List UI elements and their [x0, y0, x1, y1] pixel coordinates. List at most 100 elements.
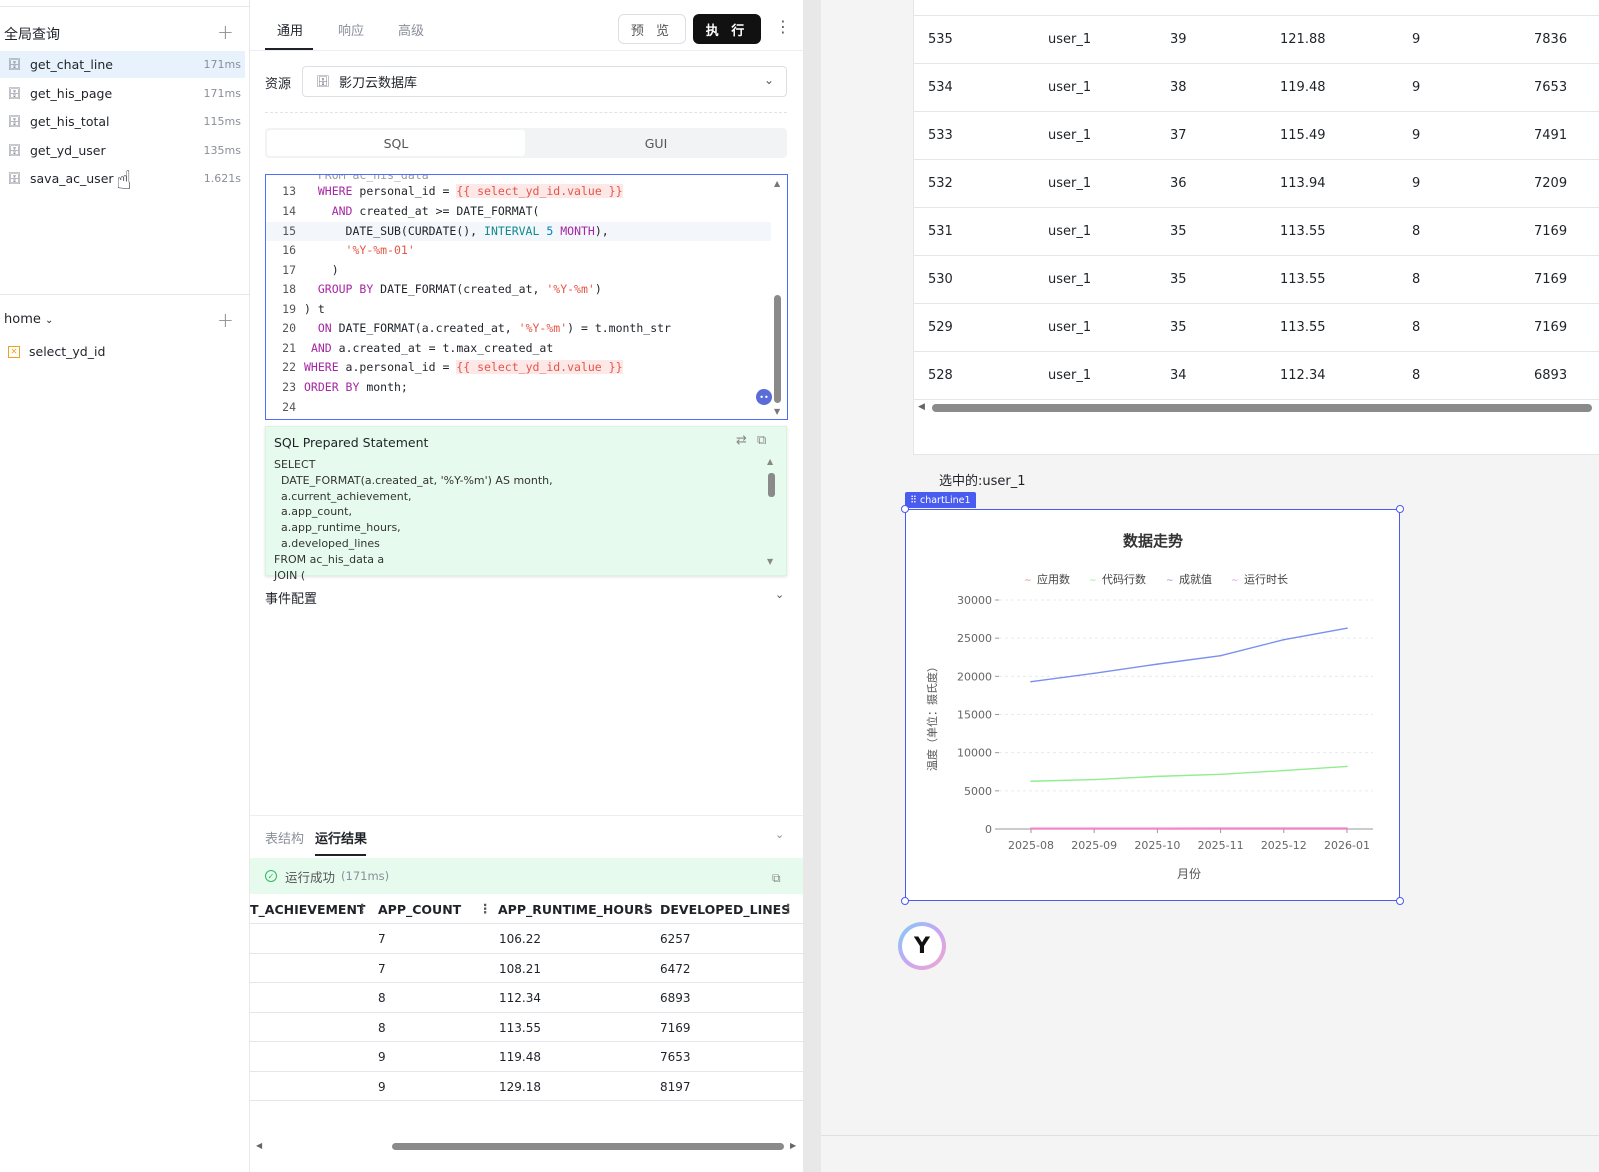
- column-menu-icon[interactable]: ⋮: [479, 901, 492, 916]
- ai-assistant-icon[interactable]: ••: [756, 389, 772, 405]
- database-icon: 🗄: [7, 58, 22, 71]
- sql-editor[interactable]: FROM ac_his_data 13 14 15 16 17 18 19 20 21 22 23 2…: [265, 174, 788, 420]
- query-item[interactable]: 🗄 get_his_page 171ms: [0, 80, 245, 107]
- scroll-down-icon[interactable]: ▼: [767, 557, 773, 566]
- cell-developed-lines: 6472: [660, 961, 691, 976]
- table-cell: 7836: [1534, 32, 1568, 47]
- tab-advanced[interactable]: 高级: [398, 20, 424, 39]
- scroll-up-icon[interactable]: ▲: [767, 457, 773, 466]
- table-cell: user_1: [1048, 32, 1092, 47]
- table-row[interactable]: 530 user_1 35 113.55 8 7169: [914, 256, 1599, 304]
- column-menu-icon[interactable]: ⋮: [782, 901, 795, 916]
- app-canvas-area: 535 user_1 39 121.88 9 7836 534 user_1 38 119.48 9…: [803, 0, 1599, 1172]
- scroll-left-icon[interactable]: ◀: [256, 1141, 262, 1150]
- table-row[interactable]: 7 108.21 6472: [250, 954, 803, 983]
- y-tick-label: 10000: [957, 747, 992, 760]
- success-time: (171ms): [341, 869, 390, 883]
- y-tick-label: 5000: [964, 785, 992, 798]
- table-horizontal-scrollbar[interactable]: [932, 404, 1592, 412]
- resize-handle[interactable]: [1396, 505, 1404, 513]
- line-chart-component[interactable]: 数据走势 ~ 应用数 ~ 代码行数 ~ 成就值 ~ 运行时长 0 5000 10000 15000 200…: [905, 509, 1400, 901]
- query-sidebar: 全局查询 + 🗄 get_chat_line 171ms 🗄 get_his_page 1…: [0, 0, 250, 1172]
- scroll-up-icon[interactable]: ▲: [774, 179, 780, 188]
- table-cell: 7491: [1534, 128, 1568, 143]
- add-global-query-button[interactable]: +: [217, 22, 234, 42]
- mode-gui[interactable]: GUI: [527, 130, 785, 156]
- line-number: 14: [282, 204, 296, 218]
- copy-icon[interactable]: ⧉: [757, 433, 766, 448]
- scroll-down-icon[interactable]: ▼: [774, 407, 780, 416]
- copy-icon[interactable]: ⧉: [772, 871, 781, 886]
- more-options-icon[interactable]: ⋮: [775, 17, 791, 36]
- resize-handle[interactable]: [901, 505, 909, 513]
- table-cell: 36: [1170, 176, 1187, 191]
- line-number: 21: [282, 341, 296, 355]
- query-name: get_chat_line: [30, 57, 113, 72]
- component-name-chip[interactable]: ⠿ chartLine1: [905, 492, 976, 508]
- code-line-16: '%Y-%m-01': [345, 243, 415, 257]
- result-horizontal-scrollbar[interactable]: [392, 1143, 784, 1150]
- table-row[interactable]: 532 user_1 36 113.94 9 7209: [914, 160, 1599, 208]
- query-item[interactable]: 🗄 get_his_total 115ms: [0, 108, 245, 135]
- table-row[interactable]: 535 user_1 39 121.88 9 7836: [914, 16, 1599, 64]
- chevron-down-icon[interactable]: ⌄: [775, 828, 784, 841]
- mode-sql[interactable]: SQL: [267, 130, 525, 156]
- data-point: [1346, 827, 1348, 829]
- table-cell: 9: [1412, 176, 1421, 191]
- resize-handle[interactable]: [1396, 897, 1404, 905]
- chip-label: chartLine1: [919, 494, 971, 506]
- column-menu-icon[interactable]: ⋮: [356, 901, 369, 916]
- table-cell: 35: [1170, 224, 1187, 239]
- add-home-query-button[interactable]: +: [217, 310, 234, 330]
- table-cell: user_1: [1048, 80, 1092, 95]
- column-menu-icon[interactable]: ⋮: [640, 901, 653, 916]
- resize-handle[interactable]: [901, 897, 909, 905]
- legend-label: 应用数: [1037, 572, 1070, 586]
- legend-marker: ~: [1231, 576, 1239, 586]
- table-cell: user_1: [1048, 176, 1092, 191]
- execute-button[interactable]: 执 行: [693, 14, 761, 44]
- app-logo[interactable]: Y: [898, 922, 946, 970]
- table-row[interactable]: 7 106.22 6257: [250, 924, 803, 954]
- scroll-right-icon[interactable]: ▶: [790, 1141, 796, 1150]
- table-row[interactable]: 8 112.34 6893: [250, 983, 803, 1013]
- query-item[interactable]: 🗄 get_yd_user 135ms: [0, 137, 245, 164]
- legend-marker: ~: [1166, 576, 1174, 586]
- scroll-left-icon[interactable]: ◀: [918, 402, 925, 412]
- data-point: [1093, 672, 1095, 675]
- database-icon: 🗄: [7, 143, 22, 157]
- home-section-title[interactable]: home ⌄: [4, 312, 53, 327]
- header-divider: [250, 50, 803, 51]
- event-config-label[interactable]: 事件配置: [265, 588, 317, 607]
- table-row[interactable]: 529 user_1 35 113.55 8 7169: [914, 304, 1599, 352]
- table-row[interactable]: 533 user_1 37 115.49 9 7491: [914, 112, 1599, 160]
- chevron-down-icon[interactable]: ⌄: [775, 588, 784, 601]
- query-item[interactable]: 🗄 get_chat_line 171ms: [0, 51, 245, 78]
- resource-select[interactable]: 🗄 影刀云数据库 ⌄: [302, 66, 787, 97]
- tab-response[interactable]: 响应: [338, 20, 364, 39]
- table-row[interactable]: 531 user_1 35 113.55 8 7169: [914, 208, 1599, 256]
- cell-app-count: 8: [378, 1020, 386, 1035]
- table-cell: 535: [928, 32, 953, 47]
- table-cell: 8: [1412, 224, 1421, 239]
- table-cell: 39: [1170, 32, 1187, 47]
- table-row[interactable]: 9 129.18 8197: [250, 1072, 803, 1101]
- cell-app-count: 8: [378, 991, 386, 1005]
- column-header: DEVELOPED_LINES: [660, 902, 791, 917]
- editor-scrollbar[interactable]: [774, 295, 781, 403]
- code-line-17: ): [304, 263, 339, 277]
- table-cell: 532: [928, 176, 953, 191]
- tab-general[interactable]: 通用: [277, 20, 303, 39]
- table-row[interactable]: 8 113.55 7169: [250, 1013, 803, 1042]
- query-time: 171ms: [203, 58, 241, 71]
- preview-button[interactable]: 预 览: [618, 14, 686, 44]
- table-row[interactable]: 528 user_1 34 112.34 8 6893: [914, 352, 1599, 400]
- prepared-scrollbar[interactable]: [768, 473, 775, 497]
- home-item-select-yd-id[interactable]: ✕ select_yd_id: [0, 338, 245, 365]
- code-line-19: ) t: [304, 302, 325, 316]
- swap-icon[interactable]: ⇄: [736, 433, 747, 448]
- tab-run-result[interactable]: 运行结果: [315, 828, 367, 847]
- table-row[interactable]: 9 119.48 7653: [250, 1042, 803, 1072]
- table-row[interactable]: 534 user_1 38 119.48 9 7653: [914, 64, 1599, 112]
- tab-schema[interactable]: 表结构: [265, 828, 304, 847]
